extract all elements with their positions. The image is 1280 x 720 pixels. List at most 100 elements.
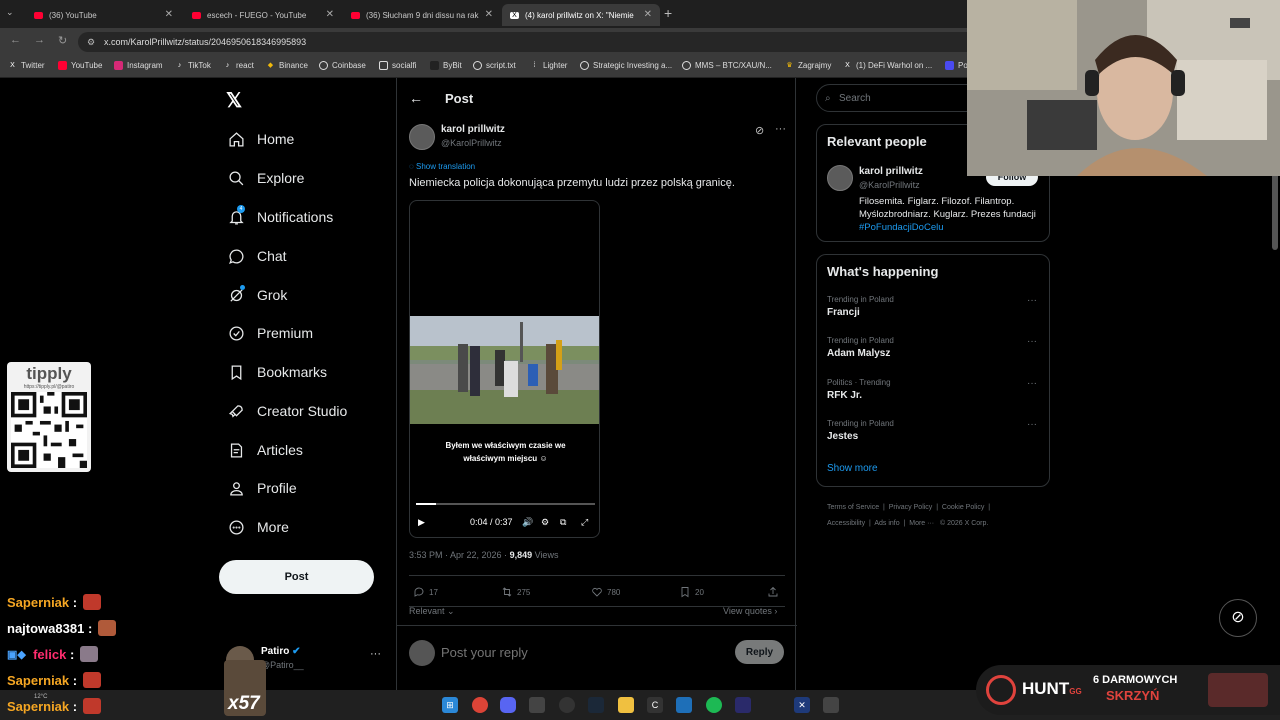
app-icon[interactable]: ✕	[794, 697, 810, 713]
back-icon[interactable]: ←	[10, 34, 21, 46]
bio-hashtag[interactable]: #PoFundacjiDoCelu	[859, 222, 944, 233]
bookmark-zagrajmy[interactable]: ♛ Zagrajmy	[785, 61, 831, 70]
nav-home[interactable]: Home	[227, 130, 294, 148]
reload-icon[interactable]: ↻	[58, 34, 67, 47]
show-translation-link[interactable]: ◌ Show translation	[409, 162, 475, 171]
bookmark-binance[interactable]: ◆ Binance	[266, 61, 308, 70]
tab-x-post[interactable]: X (4) karol prillwitz on X: "Niemie ✕	[502, 4, 660, 26]
footer-link[interactable]: More ···	[909, 520, 934, 527]
nav-explore[interactable]: Explore	[227, 169, 304, 187]
steam-icon[interactable]	[588, 697, 604, 713]
bookmark-react[interactable]: ♪ react	[223, 61, 254, 70]
repost-button[interactable]: 275	[501, 586, 530, 598]
reply-sort-dropdown[interactable]: Relevant ⌄	[409, 606, 455, 617]
tab-search-icon[interactable]: ⌄	[6, 7, 14, 18]
bookmark-twitter[interactable]: X Twitter	[8, 61, 44, 70]
video-progress-bar[interactable]	[416, 503, 595, 505]
nav-chat[interactable]: Chat	[227, 247, 287, 265]
post-timestamp[interactable]: 3:53 PM · Apr 22, 2026 ·	[409, 550, 510, 560]
nav-creator-studio[interactable]: Creator Studio	[227, 402, 347, 420]
close-icon[interactable]: ✕	[165, 9, 173, 20]
chrome-icon[interactable]	[472, 697, 488, 713]
nav-articles[interactable]: Articles	[227, 441, 303, 459]
reply-input[interactable]	[441, 640, 681, 664]
settings-icon[interactable]: ⚙	[541, 517, 549, 528]
folder-icon[interactable]	[618, 697, 634, 713]
footer-link[interactable]: Ads info	[874, 520, 899, 527]
bookmark-coinbase[interactable]: Coinbase	[319, 61, 366, 70]
bookmark-lighter[interactable]: ⁞ Lighter	[530, 61, 568, 70]
trend-item[interactable]: Politics · Trending RFK Jr. ···	[827, 378, 1037, 401]
bookmark-po[interactable]: Po	[945, 61, 968, 70]
grok-floating-button[interactable]: ⊘	[1219, 599, 1257, 637]
app-icon[interactable]	[676, 697, 692, 713]
bookmark-mms[interactable]: MMS – BTC/XAU/N...	[682, 61, 772, 70]
like-button[interactable]: 780	[591, 586, 620, 598]
bookmark-instagram[interactable]: Instagram	[114, 61, 163, 70]
fullscreen-icon[interactable]: ⤢	[581, 517, 588, 528]
forward-icon[interactable]: →	[34, 34, 45, 46]
discord-icon[interactable]	[500, 697, 516, 713]
bookmark-defi[interactable]: X (1) DeFi Warhol on ...	[843, 61, 932, 70]
bookmark-button[interactable]: 20	[679, 586, 704, 598]
close-icon[interactable]: ✕	[326, 9, 334, 20]
trend-item[interactable]: Trending in Poland Francji ···	[827, 295, 1037, 318]
tab-youtube[interactable]: (36) YouTube ✕	[26, 4, 181, 26]
more-icon[interactable]: ···	[1027, 295, 1037, 306]
app-icon[interactable]	[735, 697, 751, 713]
view-quotes-link[interactable]: View quotes ›	[723, 606, 777, 616]
app-icon[interactable]	[559, 697, 575, 713]
person-name[interactable]: karol prillwitz	[859, 166, 923, 177]
author-name[interactable]: karol prillwitz	[441, 124, 505, 135]
footer-link[interactable]: Cookie Policy	[942, 504, 984, 511]
hunt-promo-banner[interactable]: HUNTGG 6 DARMOWYCH SKRZYŃ	[976, 665, 1280, 715]
tab-youtube-3[interactable]: (36) Słucham 9 dni dissu na rak ✕	[343, 4, 501, 26]
nav-more[interactable]: More	[227, 518, 289, 536]
trend-item[interactable]: Trending in Poland Jestes ···	[827, 419, 1037, 442]
footer-link[interactable]: Terms of Service	[827, 504, 879, 511]
nav-premium[interactable]: Premium	[227, 324, 313, 342]
share-button[interactable]	[767, 586, 783, 598]
reply-button[interactable]: 17	[413, 586, 438, 598]
nav-bookmarks[interactable]: Bookmarks	[227, 363, 327, 381]
show-more-link[interactable]: Show more	[827, 463, 878, 474]
bookmark-tiktok[interactable]: ♪ TikTok	[175, 61, 211, 70]
spotify-icon[interactable]	[706, 697, 722, 713]
pip-icon[interactable]: ⧉	[560, 517, 566, 528]
app-icon[interactable]	[823, 697, 839, 713]
reply-submit-button[interactable]: Reply	[735, 640, 784, 664]
nav-grok[interactable]: Grok	[227, 285, 287, 304]
app-icon[interactable]	[529, 697, 545, 713]
bookmark-youtube[interactable]: YouTube	[58, 61, 102, 70]
more-icon[interactable]: ···	[370, 648, 381, 660]
trend-item[interactable]: Trending in Poland Adam Malysz ···	[827, 336, 1037, 359]
footer-link[interactable]: Privacy Policy	[889, 504, 933, 511]
windows-start-icon[interactable]: ⊞	[442, 697, 458, 713]
bookmark-script[interactable]: script.txt	[473, 61, 516, 70]
new-tab-button[interactable]: +	[664, 5, 672, 21]
search-input[interactable]: ⌕ Search	[816, 84, 986, 112]
avatar[interactable]	[827, 165, 853, 191]
more-icon[interactable]: ···	[1027, 419, 1037, 430]
back-arrow-icon[interactable]: ←	[409, 90, 423, 106]
bookmark-strategic[interactable]: Strategic Investing a...	[580, 61, 672, 70]
app-icon[interactable]: C	[647, 697, 663, 713]
video-player[interactable]: Byłem we właściwym czasie we właściwym mi…	[409, 200, 600, 538]
volume-icon[interactable]: 🔊	[522, 517, 533, 528]
close-icon[interactable]: ✕	[485, 9, 493, 20]
x-logo[interactable]: 𝕏	[226, 88, 242, 113]
tab-youtube-2[interactable]: escech - FUEGO - YouTube ✕	[184, 4, 342, 26]
more-icon[interactable]: ···	[1027, 378, 1037, 389]
play-icon[interactable]: ▶	[418, 517, 425, 528]
site-info-icon[interactable]: ⚙	[87, 32, 95, 52]
close-icon[interactable]: ✕	[644, 9, 652, 20]
author-handle[interactable]: @KarolPrillwitz	[441, 138, 502, 148]
nav-profile[interactable]: Profile	[227, 479, 297, 497]
nav-notifications[interactable]: 4 Notifications	[227, 205, 333, 226]
address-bar[interactable]: ⚙ x.com/KarolPrillwitz/status/2046950618…	[78, 32, 1078, 52]
grok-icon[interactable]: ⊘	[755, 124, 764, 137]
more-icon[interactable]: ···	[775, 123, 786, 135]
post-button[interactable]: Post	[219, 560, 374, 594]
bookmark-bybit[interactable]: ByBit	[430, 61, 462, 70]
more-icon[interactable]: ···	[1027, 336, 1037, 347]
